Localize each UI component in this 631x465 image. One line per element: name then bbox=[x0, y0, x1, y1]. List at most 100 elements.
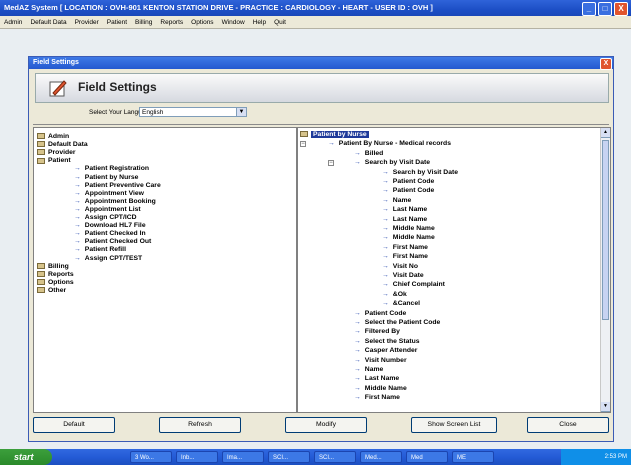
field-item[interactable]: → Patient Code bbox=[382, 178, 434, 186]
tree-item-label: Assign CPT/TEST bbox=[84, 254, 143, 262]
tree-item-label: Reports bbox=[48, 270, 74, 278]
field-item[interactable]: → First Name bbox=[354, 394, 400, 402]
field-item[interactable]: → First Name bbox=[382, 244, 428, 252]
tree-root-item[interactable]: Options bbox=[37, 279, 74, 287]
menu-window[interactable]: Window bbox=[218, 19, 249, 26]
tree-child-item[interactable]: → Appointment List bbox=[74, 206, 141, 214]
scroll-up-icon[interactable]: ▲ bbox=[601, 128, 610, 138]
tree-child-item[interactable]: → Patient Checked In bbox=[74, 230, 146, 238]
tree-root-item[interactable]: Billing bbox=[37, 263, 69, 271]
tree-child-item[interactable]: → Download HL7 File bbox=[74, 222, 146, 230]
field-item[interactable]: → Chief Complaint bbox=[382, 281, 445, 289]
scroll-thumb[interactable] bbox=[602, 140, 609, 320]
start-button[interactable]: start bbox=[0, 449, 52, 465]
field-item[interactable]: → &Cancel bbox=[382, 300, 420, 308]
tree-root-item[interactable]: Default Data bbox=[37, 141, 88, 149]
tree-item-label: Download HL7 File bbox=[84, 222, 146, 230]
field-item[interactable]: → Name bbox=[354, 366, 383, 374]
tree-child-item[interactable]: → Assign CPT/TEST bbox=[74, 255, 142, 263]
tree-item-label: &Ok bbox=[392, 290, 407, 298]
scroll-down-icon[interactable]: ▼ bbox=[601, 402, 610, 412]
field-item[interactable]: → Last Name bbox=[382, 216, 427, 224]
menu-default-data[interactable]: Default Data bbox=[26, 19, 70, 26]
menu-billing[interactable]: Billing bbox=[131, 19, 156, 26]
refresh-button[interactable]: Refresh bbox=[159, 417, 241, 433]
tree-item-label: Appointment View bbox=[84, 189, 144, 197]
field-item[interactable]: → Middle Name bbox=[382, 234, 435, 242]
tree-root-item[interactable]: Other bbox=[37, 287, 66, 295]
taskbar-item[interactable]: Inb... bbox=[176, 451, 218, 463]
field-item[interactable]: → Search by Visit Date bbox=[382, 169, 458, 177]
collapse-toggle-icon[interactable]: − bbox=[328, 160, 334, 167]
close-app-button[interactable]: X bbox=[614, 2, 628, 16]
modify-button[interactable]: Modify bbox=[285, 417, 367, 433]
dialog-close-button[interactable]: X bbox=[600, 58, 612, 70]
field-item[interactable]: → Billed bbox=[354, 150, 383, 158]
field-item[interactable]: → Search by Visit Date bbox=[354, 159, 430, 167]
arrow-right-icon: → bbox=[74, 165, 81, 173]
menu-help[interactable]: Help bbox=[249, 19, 270, 26]
maximize-button[interactable]: □ bbox=[598, 2, 612, 16]
tree-item-label: Default Data bbox=[48, 141, 88, 149]
field-item[interactable]: → Casper Attender bbox=[354, 347, 417, 355]
language-select[interactable]: English ▼ bbox=[139, 107, 247, 117]
tree-child-item[interactable]: → Patient Checked Out bbox=[74, 238, 151, 246]
field-item[interactable]: → Middle Name bbox=[354, 385, 407, 393]
folder-icon bbox=[37, 279, 45, 285]
collapse-toggle-icon[interactable]: − bbox=[300, 141, 306, 148]
menu-admin[interactable]: Admin bbox=[0, 19, 26, 26]
tree-root-item[interactable]: Admin bbox=[37, 133, 69, 141]
taskbar-item[interactable]: SCI... bbox=[314, 451, 356, 463]
field-item[interactable]: → Select the Patient Code bbox=[354, 319, 440, 327]
tree-child-item[interactable]: → Patient by Nurse bbox=[74, 174, 138, 182]
tree-child-item[interactable]: → Patient Refill bbox=[74, 246, 126, 254]
default-button[interactable]: Default bbox=[33, 417, 115, 433]
field-item[interactable]: → Select the Status bbox=[354, 338, 420, 346]
vertical-scrollbar[interactable]: ▲ ▼ bbox=[600, 128, 610, 412]
field-item[interactable]: → Name bbox=[382, 197, 411, 205]
arrow-right-icon: → bbox=[74, 205, 81, 213]
menu-provider[interactable]: Provider bbox=[71, 19, 103, 26]
field-item[interactable]: → &Ok bbox=[382, 291, 407, 299]
field-item[interactable]: → Visit Number bbox=[354, 357, 407, 365]
field-item[interactable]: → Middle Name bbox=[382, 225, 435, 233]
taskbar-item[interactable]: Med... bbox=[360, 451, 402, 463]
taskbar-item[interactable]: ME bbox=[452, 451, 494, 463]
language-row: Select Your Language : English ▼ bbox=[29, 105, 613, 121]
field-item[interactable]: → Patient By Nurse - Medical records bbox=[328, 140, 451, 148]
tree-child-item[interactable]: → Appointment View bbox=[74, 190, 144, 198]
tree-root-item[interactable]: Patient by Nurse bbox=[300, 131, 369, 139]
dialog-title-bar[interactable]: Field Settings X bbox=[29, 57, 613, 70]
tree-child-item[interactable]: → Patient Registration bbox=[74, 165, 149, 173]
tree-root-item[interactable]: Patient bbox=[37, 157, 71, 165]
taskbar-item[interactable]: SCI... bbox=[268, 451, 310, 463]
field-item[interactable]: → Last Name bbox=[354, 375, 399, 383]
taskbar-item[interactable]: Med bbox=[406, 451, 448, 463]
arrow-right-icon: → bbox=[382, 253, 389, 261]
tree-root-item[interactable]: Provider bbox=[37, 149, 76, 157]
tree-child-item[interactable]: → Assign CPT/ICD bbox=[74, 214, 137, 222]
tree-root-item[interactable]: Reports bbox=[37, 271, 74, 279]
app-title-bar: MedAZ System [ LOCATION : OVH-901 KENTON… bbox=[0, 0, 631, 16]
show-screen-list-button[interactable]: Show Screen List bbox=[411, 417, 497, 433]
field-item[interactable]: → Patient Code bbox=[382, 187, 434, 195]
tree-child-item[interactable]: → Patient Preventive Care bbox=[74, 182, 161, 190]
field-item[interactable]: → Last Name bbox=[382, 206, 427, 214]
field-item[interactable]: → Visit No bbox=[382, 263, 418, 271]
menu-patient[interactable]: Patient bbox=[103, 19, 131, 26]
menu-options[interactable]: Options bbox=[187, 19, 217, 26]
taskbar-item[interactable]: 3 Wo... bbox=[130, 451, 172, 463]
menu-tree-pane[interactable]: Admin Default Data Provider Patient → Patient… bbox=[33, 127, 297, 413]
minimize-button[interactable]: _ bbox=[582, 2, 596, 16]
field-tree-pane[interactable]: ▲ ▼ Patient by Nurse → Patient By Nurse - … bbox=[297, 127, 611, 413]
chevron-down-icon[interactable]: ▼ bbox=[236, 108, 246, 116]
menu-reports[interactable]: Reports bbox=[156, 19, 187, 26]
field-item[interactable]: → First Name bbox=[382, 253, 428, 261]
close-button[interactable]: Close bbox=[527, 417, 609, 433]
taskbar-item[interactable]: Ima... bbox=[222, 451, 264, 463]
field-item[interactable]: → Visit Date bbox=[382, 272, 424, 280]
field-item[interactable]: → Filtered By bbox=[354, 328, 400, 336]
field-item[interactable]: → Patient Code bbox=[354, 310, 406, 318]
tree-child-item[interactable]: → Appointment Booking bbox=[74, 198, 156, 206]
menu-quit[interactable]: Quit bbox=[270, 19, 290, 26]
